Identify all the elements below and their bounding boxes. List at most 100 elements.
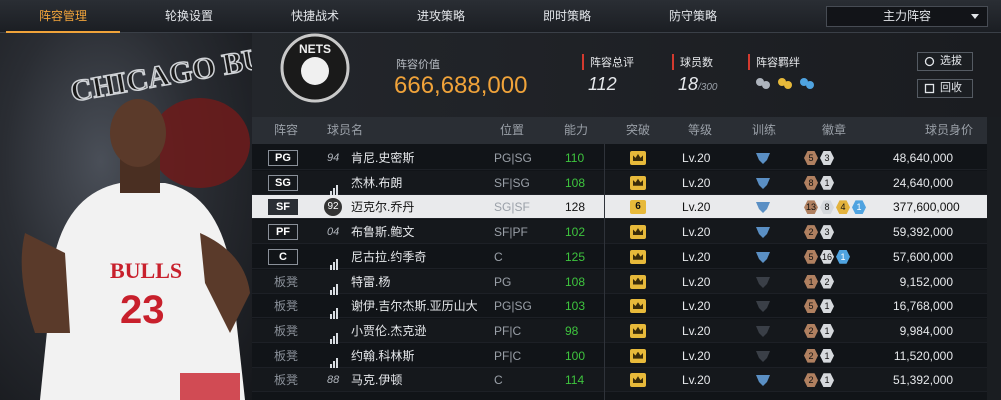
crown-icon xyxy=(630,348,646,363)
badge-medal: 13 xyxy=(804,200,818,215)
player-level: Lv.20 xyxy=(682,249,711,264)
player-level: Lv.20 xyxy=(682,151,711,165)
training-badge-icon[interactable] xyxy=(755,151,771,165)
player-ability: 108 xyxy=(565,274,586,289)
player-ability: 108 xyxy=(565,175,586,190)
signal-bars-icon xyxy=(330,301,339,320)
table-row[interactable]: PF 04 布鲁斯.鲍文 SF|PF 102 Lv.20 2 3 59,392,000 xyxy=(252,220,987,245)
player-level: Lv.20 xyxy=(682,323,711,338)
tab-live-strategy[interactable]: 即时策略 xyxy=(504,0,630,33)
player-level: Lv.20 xyxy=(682,274,711,289)
lineup-dropdown[interactable]: 主力阵容 xyxy=(826,6,988,27)
player-ability: 114 xyxy=(565,373,585,388)
training-badge-icon[interactable] xyxy=(755,373,771,387)
table-row[interactable]: 板凳 约翰.科林斯 PF|C 100 Lv.20 2 1 11,520,000 xyxy=(252,344,987,369)
crown-icon xyxy=(630,249,646,264)
slot-position-badge[interactable]: PG xyxy=(268,150,298,166)
jersey-text: BULLS xyxy=(110,258,182,283)
signal-bars-icon xyxy=(330,351,339,369)
team-art-text: CHICAGO BULLS xyxy=(68,33,252,108)
tab-quick-tactics[interactable]: 快捷战术 xyxy=(252,0,378,33)
jersey-number: 23 xyxy=(120,288,165,332)
top-tab-bar: 阵容管理 轮换设置 快捷战术 进攻策略 即时策略 防守策略 主力阵容 xyxy=(0,0,1001,33)
badge-medal: 1 xyxy=(820,348,834,363)
table-row[interactable]: 板凳 小贾伦.杰克逊 PF|C 98 Lv.20 2 1 9,984,000 xyxy=(252,318,987,344)
badge-medal: 1 xyxy=(820,299,834,314)
training-badge-icon[interactable] xyxy=(755,349,771,363)
player-position: PG|SG xyxy=(494,299,532,314)
badge-medal: 2 xyxy=(820,274,834,289)
player-value: 48,640,000 xyxy=(893,151,954,165)
badge-medal: 3 xyxy=(820,151,834,165)
training-badge-icon[interactable] xyxy=(755,225,771,239)
table-row[interactable]: SF 92 迈克尔.乔丹 SG|SF 128 6 Lv.20 13 8 4 1 377,600,000 xyxy=(252,195,987,220)
tab-lineup-management[interactable]: 阵容管理 xyxy=(0,0,126,33)
refresh-icon xyxy=(924,56,935,67)
tab-rotation-settings[interactable]: 轮换设置 xyxy=(126,0,252,33)
badge-medal: 1 xyxy=(820,175,834,190)
pick-button[interactable]: 选拔 xyxy=(917,52,973,71)
player-level: Lv.20 xyxy=(682,225,711,240)
player-name: 小贾伦.杰克逊 xyxy=(351,323,427,338)
player-ability: 100 xyxy=(565,348,586,363)
badge-medal: 1 xyxy=(836,249,850,264)
slot-position-badge[interactable]: SF xyxy=(268,199,298,216)
tab-offense-strategy[interactable]: 进攻策略 xyxy=(378,0,504,33)
player-name: 杰林.布朗 xyxy=(351,175,403,190)
slot-position-badge[interactable]: PF xyxy=(268,224,298,241)
scrollbar[interactable] xyxy=(987,117,1001,400)
slot-position-badge[interactable]: SG xyxy=(268,174,298,191)
badge-medal: 8 xyxy=(804,175,818,190)
signal-bars-icon xyxy=(330,252,339,270)
col-level: 等级 xyxy=(688,123,713,137)
player-name: 特雷.杨 xyxy=(351,274,391,289)
crown-icon xyxy=(630,373,646,388)
player-ability: 98 xyxy=(565,323,579,338)
badge-medal: 1 xyxy=(852,200,866,215)
crown-icon xyxy=(630,323,646,338)
table-row[interactable]: 板凳 特雷.杨 PG 108 Lv.20 1 2 9,152,000 xyxy=(252,269,987,295)
table-row[interactable]: PG 94 肯尼.史密斯 PG|SG 110 Lv.20 5 3 48,640,000 xyxy=(252,146,987,170)
jersey-number: 04 xyxy=(327,226,340,239)
slot-bench-label: 板凳 xyxy=(274,274,299,289)
player-value: 9,984,000 xyxy=(899,323,953,338)
roster-bond-icons[interactable] xyxy=(754,76,816,92)
badge-medal: 8 xyxy=(820,200,834,215)
training-badge-icon[interactable] xyxy=(755,299,771,313)
col-ability: 能力 xyxy=(564,123,589,137)
table-row[interactable]: 板凳 谢伊.吉尔杰斯.亚历山大 PG|SG 103 Lv.20 5 1 16,768,000 xyxy=(252,294,987,320)
player-count-label: 球员数 xyxy=(672,54,713,70)
player-name: 约翰.科林斯 xyxy=(351,348,415,363)
training-badge-icon[interactable] xyxy=(755,324,771,338)
badge-medal: 5 xyxy=(804,151,818,165)
slot-position-badge[interactable]: C xyxy=(268,248,298,265)
tab-defense-strategy[interactable]: 防守策略 xyxy=(630,0,756,33)
recycle-button[interactable]: 回收 xyxy=(917,79,973,98)
slot-bench-label: 板凳 xyxy=(274,373,299,388)
player-value: 51,392,000 xyxy=(893,373,954,388)
recycle-button-label: 回收 xyxy=(940,82,962,94)
badge-medal: 2 xyxy=(804,323,818,338)
slot-bench-label: 板凳 xyxy=(274,299,299,314)
table-row[interactable]: C 尼古拉.约季奇 C 125 Lv.20 5 16 1 57,600,000 xyxy=(252,245,987,270)
col-position: 位置 xyxy=(500,123,525,137)
player-level: Lv.20 xyxy=(682,348,711,363)
player-value: 377,600,000 xyxy=(893,200,960,215)
training-badge-icon[interactable] xyxy=(755,250,771,264)
player-level: Lv.20 xyxy=(682,175,711,190)
player-ability: 110 xyxy=(565,151,585,165)
badge-medal: 1 xyxy=(820,323,834,338)
training-badge-icon[interactable] xyxy=(755,275,771,289)
player-name: 谢伊.吉尔杰斯.亚历山大 xyxy=(351,299,478,314)
badge-medal: 5 xyxy=(804,299,818,314)
player-name: 迈克尔.乔丹 xyxy=(351,200,415,215)
player-artwork: CHICAGO BULLS BULLS 23 xyxy=(0,33,252,400)
training-badge-icon[interactable] xyxy=(755,200,771,214)
player-ability: 125 xyxy=(565,249,586,264)
col-badges: 徽章 xyxy=(822,123,847,137)
table-row[interactable]: SG 杰林.布朗 SF|SG 108 Lv.20 8 1 24,640,000 xyxy=(252,170,987,196)
training-badge-icon[interactable] xyxy=(755,176,771,190)
table-row[interactable]: 板凳 88 马克.伊顿 C 114 Lv.20 2 1 51,392,000 xyxy=(252,368,987,393)
slot-bench-label: 板凳 xyxy=(274,323,299,338)
badge-medal: 1 xyxy=(804,274,818,289)
